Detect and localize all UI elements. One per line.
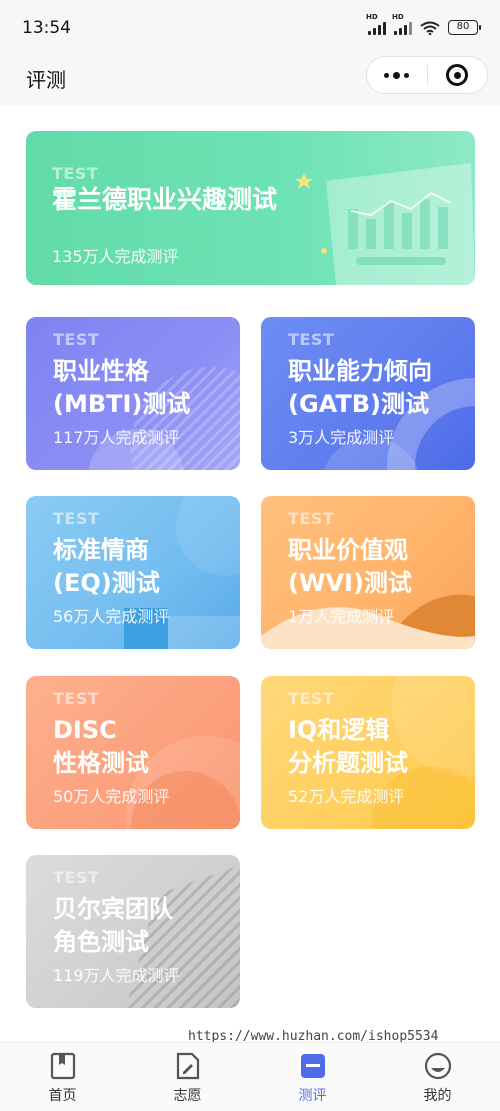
signal-hd-label: HD xyxy=(366,12,378,21)
card-count: 1万人完成测评 xyxy=(288,607,395,626)
card-count: 50万人完成测评 xyxy=(53,787,170,806)
card-count: 119万人完成测评 xyxy=(53,966,180,985)
more-dots-icon[interactable] xyxy=(367,57,427,93)
tab-bar: 首页 志愿 测评 我的 xyxy=(0,1042,500,1111)
card-tag: TEST xyxy=(53,868,100,887)
card-gatb[interactable]: TEST 职业能力倾向 (GATB)测试 3万人完成测评 xyxy=(261,317,475,470)
status-icons: HD HD 80 xyxy=(366,13,481,35)
card-tag: TEST xyxy=(288,330,335,349)
card-tag: TEST xyxy=(53,689,100,708)
card-tag: TEST xyxy=(288,509,335,528)
tab-assessment[interactable]: 测评 xyxy=(250,1043,375,1111)
card-title: DISC 性格测试 xyxy=(53,716,149,777)
card-eq[interactable]: TEST 标准情商 (EQ)测试 56万人完成测评 xyxy=(26,496,240,649)
status-time: 13:54 xyxy=(22,18,71,38)
card-mbti[interactable]: TEST 职业性格 (MBTI)测试 117万人完成测评 xyxy=(26,317,240,470)
card-belbin[interactable]: TEST 贝尔宾团队 角色测试 119万人完成测评 xyxy=(26,855,240,1008)
status-bar: 13:54 HD HD 80 xyxy=(0,0,500,56)
nav-bar: 评测 xyxy=(0,56,500,106)
card-tag: TEST xyxy=(288,689,335,708)
card-title: 标准情商 (EQ)测试 xyxy=(53,536,160,597)
page-title: 评测 xyxy=(26,68,66,92)
card-title: 职业性格 (MBTI)测试 xyxy=(53,357,191,418)
wifi-icon xyxy=(420,21,440,35)
signal-hd-label-2: HD xyxy=(392,12,404,21)
card-title: IQ和逻辑 分析题测试 xyxy=(288,716,408,777)
mini-program-capsule xyxy=(366,56,488,94)
tab-label: 首页 xyxy=(48,1088,77,1104)
card-count: 52万人完成测评 xyxy=(288,787,405,806)
card-title: 职业能力倾向 (GATB)测试 xyxy=(288,357,432,418)
tab-home[interactable]: 首页 xyxy=(0,1043,125,1111)
signal-icon: HD xyxy=(366,13,386,35)
tab-volunteer[interactable]: 志愿 xyxy=(125,1043,250,1111)
book-icon xyxy=(48,1051,78,1081)
signal-icon-2: HD xyxy=(392,13,412,35)
card-tag: TEST xyxy=(52,164,99,183)
edit-document-icon xyxy=(173,1051,203,1081)
assessment-icon xyxy=(298,1051,328,1081)
tab-label: 测评 xyxy=(298,1088,327,1104)
battery-icon: 80 xyxy=(448,20,481,35)
card-tag: TEST xyxy=(53,330,100,349)
card-count: 3万人完成测评 xyxy=(288,428,395,447)
card-disc[interactable]: TEST DISC 性格测试 50万人完成测评 xyxy=(26,676,240,829)
card-title: 贝尔宾团队 角色测试 xyxy=(53,895,173,956)
card-iq[interactable]: TEST IQ和逻辑 分析题测试 52万人完成测评 xyxy=(261,676,475,829)
close-target-icon[interactable] xyxy=(427,57,487,93)
card-holland[interactable]: TEST 霍兰德职业兴趣测试 135万人完成测评 xyxy=(26,131,475,285)
profile-face-icon xyxy=(423,1051,453,1081)
tab-label: 志愿 xyxy=(173,1088,202,1104)
tab-mine[interactable]: 我的 xyxy=(375,1043,500,1111)
card-count: 56万人完成测评 xyxy=(53,607,170,626)
card-count: 117万人完成测评 xyxy=(53,428,180,447)
card-title: 霍兰德职业兴趣测试 xyxy=(52,185,278,214)
card-wvi[interactable]: TEST 职业价值观 (WVI)测试 1万人完成测评 xyxy=(261,496,475,649)
chart-illustration-icon xyxy=(296,163,475,285)
card-title: 职业价值观 (WVI)测试 xyxy=(288,536,412,597)
card-count: 135万人完成测评 xyxy=(52,247,179,266)
card-tag: TEST xyxy=(53,509,100,528)
tab-label: 我的 xyxy=(423,1088,452,1104)
